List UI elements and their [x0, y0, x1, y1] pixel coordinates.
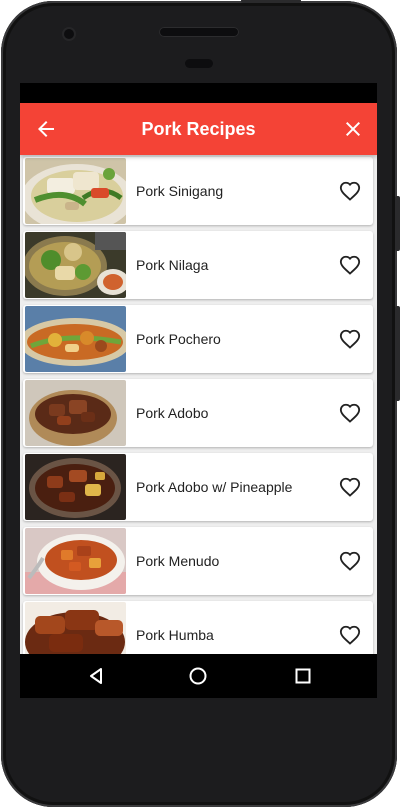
- list-item-pork-sinigang[interactable]: Pork Sinigang: [23, 157, 373, 225]
- close-icon[interactable]: [341, 117, 365, 141]
- nav-recents-square-icon[interactable]: [293, 666, 313, 686]
- front-camera: [64, 29, 74, 39]
- recipe-name: Pork Pochero: [136, 331, 221, 347]
- nav-home-circle-icon[interactable]: [188, 666, 208, 686]
- heart-outline-icon[interactable]: [339, 254, 361, 276]
- recipe-image-menudo: [25, 528, 126, 594]
- list-item-pork-menudo[interactable]: Pork Menudo: [23, 527, 373, 595]
- list-item-pork-nilaga[interactable]: Pork Nilaga: [23, 231, 373, 299]
- navigation-bar: [20, 654, 377, 698]
- top-button: [241, 0, 301, 3]
- heart-outline-icon[interactable]: [339, 180, 361, 202]
- heart-outline-icon[interactable]: [339, 402, 361, 424]
- recipe-image-pochero: [25, 306, 126, 372]
- heart-outline-icon[interactable]: [339, 550, 361, 572]
- recipe-name: Pork Sinigang: [136, 183, 224, 199]
- list-item-pork-pochero[interactable]: Pork Pochero: [23, 305, 373, 373]
- recipe-image-sinigang: [25, 158, 126, 224]
- heart-outline-icon[interactable]: [339, 328, 361, 350]
- screen: Pork Recipes Pork Sinigang Pork Nilaga P…: [20, 83, 377, 654]
- recipe-name: Pork Adobo w/ Pineapple: [136, 479, 293, 495]
- volume-button: [395, 306, 400, 401]
- nav-back-triangle-icon[interactable]: [86, 666, 106, 686]
- list-item-pork-humba[interactable]: Pork Humba: [23, 601, 373, 654]
- recipe-name: Pork Menudo: [136, 553, 220, 569]
- status-bar: [20, 83, 377, 103]
- recipe-image-humba: [25, 602, 126, 654]
- recipe-name: Pork Adobo: [136, 405, 209, 421]
- recipe-image-adobo: [25, 380, 126, 446]
- recipe-name: Pork Humba: [136, 627, 214, 643]
- front-sensor: [185, 59, 213, 68]
- list-item-pork-adobo[interactable]: Pork Adobo: [23, 379, 373, 447]
- heart-outline-icon[interactable]: [339, 476, 361, 498]
- app-bar: Pork Recipes: [20, 103, 377, 155]
- power-button: [395, 196, 400, 251]
- recipe-image-adobo-pineapple: [25, 454, 126, 520]
- heart-outline-icon[interactable]: [339, 624, 361, 646]
- recipe-name: Pork Nilaga: [136, 257, 209, 273]
- earpiece-speaker: [159, 27, 239, 37]
- list-item-pork-adobo-pineapple[interactable]: Pork Adobo w/ Pineapple: [23, 453, 373, 521]
- page-title: Pork Recipes: [141, 119, 256, 139]
- recipe-image-nilaga: [25, 232, 126, 298]
- recipe-list[interactable]: Pork Sinigang Pork Nilaga Pork Pochero P…: [20, 155, 377, 654]
